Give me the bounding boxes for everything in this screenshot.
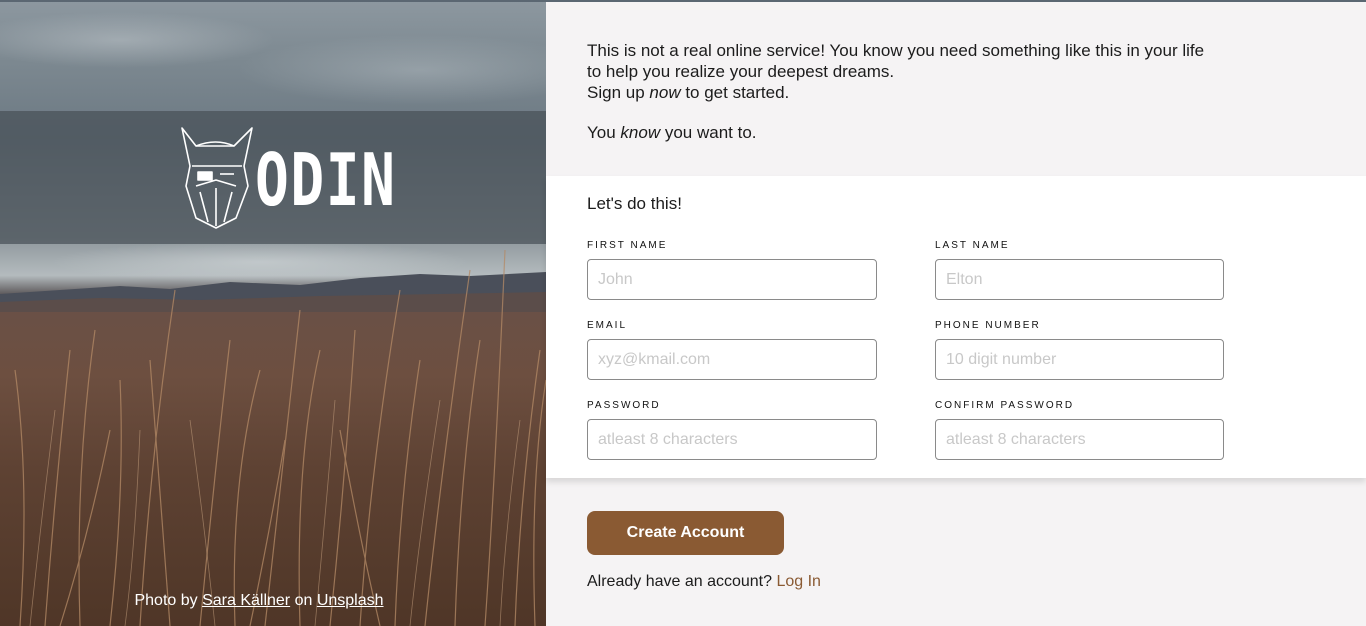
intro-emphasis-know: know — [620, 123, 661, 142]
credit-site-link[interactable]: Unsplash — [317, 592, 384, 609]
email-label: EMAIL — [587, 320, 628, 331]
intro-line-4: You know you want to. — [587, 122, 1247, 143]
last-name-label: LAST NAME — [935, 240, 1010, 251]
top-border — [0, 0, 1366, 2]
credit-author-link[interactable]: Sara Källner — [202, 592, 290, 609]
first-name-label: FIRST NAME — [587, 240, 668, 251]
email-group: EMAIL — [587, 320, 877, 380]
last-name-group: LAST NAME — [935, 240, 1224, 300]
login-prompt-text: Already have an account? — [587, 573, 773, 590]
intro-line-4-end: you want to. — [664, 123, 757, 142]
login-link[interactable]: Log In — [776, 573, 820, 590]
phone-label: PHONE NUMBER — [935, 320, 1041, 331]
login-prompt: Already have an account? Log In — [587, 573, 821, 591]
hero-panel: ODIN Photo by Sara Källner on Unsplash — [0, 0, 546, 626]
create-account-button[interactable]: Create Account — [587, 511, 784, 555]
confirm-password-group: CONFIRM PASSWORD — [935, 400, 1224, 460]
confirm-password-label: CONFIRM PASSWORD — [935, 400, 1075, 411]
wheat-field — [14, 249, 546, 626]
logo-wordmark: ODIN — [255, 138, 397, 222]
password-input[interactable] — [587, 419, 877, 460]
photo-credit: Photo by Sara Källner on Unsplash — [0, 592, 518, 610]
form-heading: Let's do this! — [587, 194, 682, 213]
first-name-input[interactable] — [587, 259, 877, 300]
intro-emphasis-now: now — [649, 83, 681, 102]
intro-line-4-start: You — [587, 123, 616, 142]
intro-line-2: to help you realize your deepest dreams. — [587, 62, 895, 81]
intro-line-3-end: to get started. — [685, 83, 790, 102]
email-input[interactable] — [587, 339, 877, 380]
confirm-password-input[interactable] — [935, 419, 1224, 460]
credit-prefix: Photo by — [134, 592, 198, 609]
credit-on: on — [294, 592, 313, 609]
signup-form: Let's do this! FIRST NAME LAST NAME EMAI… — [546, 176, 1366, 478]
last-name-input[interactable] — [935, 259, 1224, 300]
password-label: PASSWORD — [587, 400, 661, 411]
intro-line-3: Sign up now to get started. — [587, 82, 1247, 103]
phone-input[interactable] — [935, 339, 1224, 380]
intro-line-1: This is not a real online service! You k… — [587, 41, 1205, 60]
phone-group: PHONE NUMBER — [935, 320, 1224, 380]
intro-text: This is not a real online service! You k… — [587, 40, 1247, 143]
intro-line-3-start: Sign up — [587, 83, 645, 102]
password-group: PASSWORD — [587, 400, 877, 460]
first-name-group: FIRST NAME — [587, 240, 877, 300]
